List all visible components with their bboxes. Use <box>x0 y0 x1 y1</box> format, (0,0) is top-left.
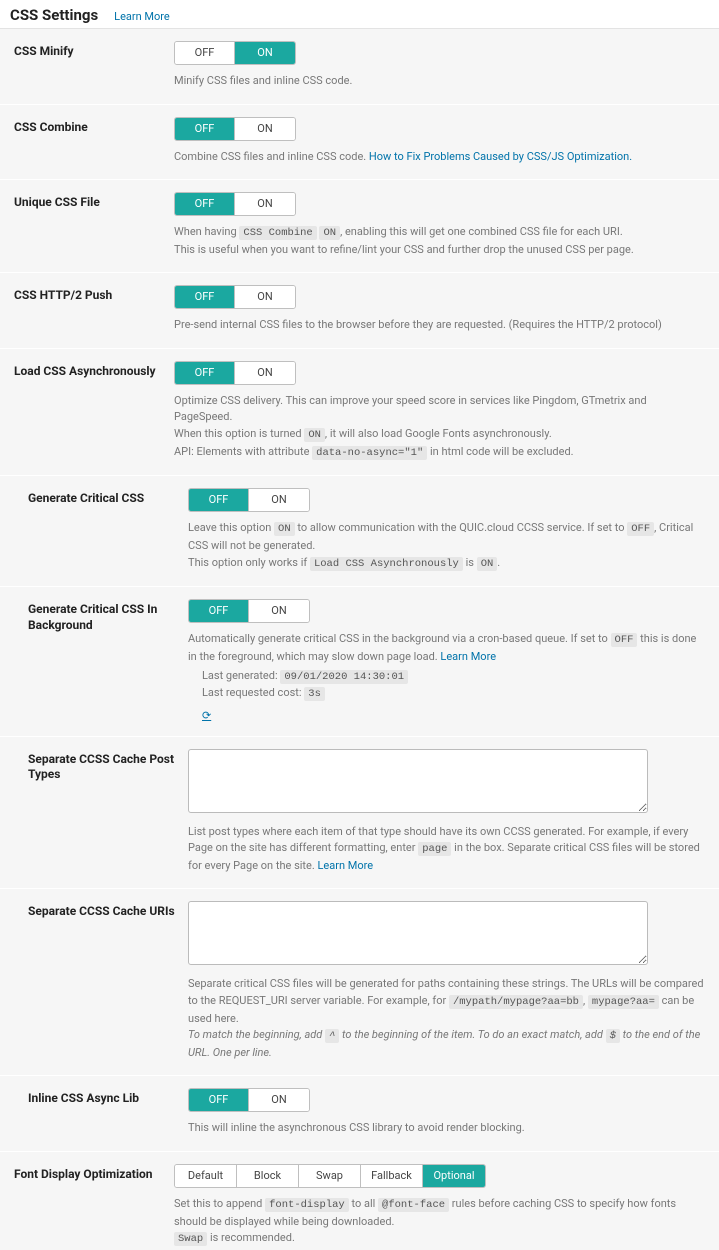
gen-ccss-toggle[interactable]: OFF ON <box>188 488 310 512</box>
toggle-on[interactable]: ON <box>235 362 295 384</box>
toggle-off[interactable]: OFF <box>175 193 235 215</box>
http2-push-toggle[interactable]: OFF ON <box>174 285 296 309</box>
toggle-off[interactable]: OFF <box>175 118 235 140</box>
inline-async-desc: This will inline the asynchronous CSS li… <box>188 1120 705 1137</box>
font-opt-fallback[interactable]: Fallback <box>361 1165 423 1187</box>
combine-fix-link[interactable]: How to Fix Problems Caused by CSS/JS Opt… <box>369 150 632 163</box>
font-opt-swap[interactable]: Swap <box>299 1165 361 1187</box>
page-title: CSS Settings <box>10 6 98 24</box>
toggle-on[interactable]: ON <box>235 42 295 64</box>
inline-async-label: Inline CSS Async Lib <box>28 1088 178 1137</box>
font-display-segment[interactable]: Default Block Swap Fallback Optional <box>174 1164 486 1188</box>
sep-ccss-uris-desc2: To match the beginning, add ^ to the beg… <box>188 1027 705 1061</box>
load-async-desc2: When this option is turned ON, it will a… <box>174 426 705 444</box>
load-async-desc1: Optimize CSS delivery. This can improve … <box>174 393 705 426</box>
css-combine-desc: Combine CSS files and inline CSS code. H… <box>174 149 705 166</box>
http2-push-desc: Pre-send internal CSS files to the brows… <box>174 317 705 334</box>
css-minify-toggle[interactable]: OFF ON <box>174 41 296 65</box>
load-async-toggle[interactable]: OFF ON <box>174 361 296 385</box>
gen-ccss-label: Generate Critical CSS <box>28 488 178 572</box>
inline-async-toggle[interactable]: OFF ON <box>188 1088 310 1112</box>
toggle-on[interactable]: ON <box>235 286 295 308</box>
sep-ccss-uris-label: Separate CCSS Cache URIs <box>28 901 178 1061</box>
unique-css-label: Unique CSS File <box>14 192 164 258</box>
sep-ccss-uris-input[interactable] <box>188 901 648 965</box>
font-opt-default[interactable]: Default <box>175 1165 237 1187</box>
load-async-label: Load CSS Asynchronously <box>14 361 164 462</box>
css-minify-label: CSS Minify <box>14 41 164 90</box>
toggle-on[interactable]: ON <box>249 489 309 511</box>
font-opt-optional[interactable]: Optional <box>423 1165 485 1187</box>
sep-ccss-posttypes-desc: List post types where each item of that … <box>188 824 705 875</box>
gen-ccss-desc1: Leave this option ON to allow communicat… <box>188 520 705 554</box>
last-generated: Last generated: 09/01/2020 14:30:01 <box>202 669 705 683</box>
toggle-on[interactable]: ON <box>249 600 309 622</box>
font-opt-block[interactable]: Block <box>237 1165 299 1187</box>
unique-css-toggle[interactable]: OFF ON <box>174 192 296 216</box>
toggle-off[interactable]: OFF <box>175 286 235 308</box>
css-combine-label: CSS Combine <box>14 117 164 166</box>
font-display-desc1: Set this to append font-display to all @… <box>174 1196 705 1230</box>
gen-ccss-bg-desc: Automatically generate critical CSS in t… <box>188 631 705 665</box>
toggle-on[interactable]: ON <box>235 193 295 215</box>
sep-ccss-posttypes-label: Separate CCSS Cache Post Types <box>28 749 178 875</box>
load-async-api: API: Elements with attribute data-no-asy… <box>174 444 705 462</box>
css-minify-desc: Minify CSS files and inline CSS code. <box>174 73 705 90</box>
sep-ccss-posttypes-input[interactable] <box>188 749 648 813</box>
last-cost: Last requested cost: 3s <box>202 686 705 700</box>
gen-ccss-bg-label: Generate Critical CSS In Background <box>28 599 178 721</box>
gen-ccss-bg-link[interactable]: Learn More <box>440 650 496 663</box>
css-combine-toggle[interactable]: OFF ON <box>174 117 296 141</box>
toggle-on[interactable]: ON <box>235 118 295 140</box>
toggle-off[interactable]: OFF <box>189 600 249 622</box>
unique-css-desc2: This is useful when you want to refine/l… <box>174 242 705 259</box>
sep-ccss-posttypes-link[interactable]: Learn More <box>317 859 373 872</box>
gen-ccss-bg-toggle[interactable]: OFF ON <box>188 599 310 623</box>
unique-css-desc1: When having CSS Combine ON, enabling thi… <box>174 224 705 242</box>
font-display-label: Font Display Optimization <box>14 1164 164 1248</box>
toggle-off[interactable]: OFF <box>175 42 235 64</box>
toggle-on[interactable]: ON <box>249 1089 309 1111</box>
toggle-off[interactable]: OFF <box>175 362 235 384</box>
font-display-desc2: Swap is recommended. <box>174 1230 705 1248</box>
http2-push-label: CSS HTTP/2 Push <box>14 285 164 334</box>
toggle-off[interactable]: OFF <box>189 489 249 511</box>
learn-more-link[interactable]: Learn More <box>114 10 170 23</box>
toggle-off[interactable]: OFF <box>189 1089 249 1111</box>
gen-ccss-desc2: This option only works if Load CSS Async… <box>188 555 705 573</box>
sep-ccss-uris-desc1: Separate critical CSS files will be gene… <box>188 976 705 1027</box>
reload-icon[interactable]: ⟳ <box>202 709 211 722</box>
